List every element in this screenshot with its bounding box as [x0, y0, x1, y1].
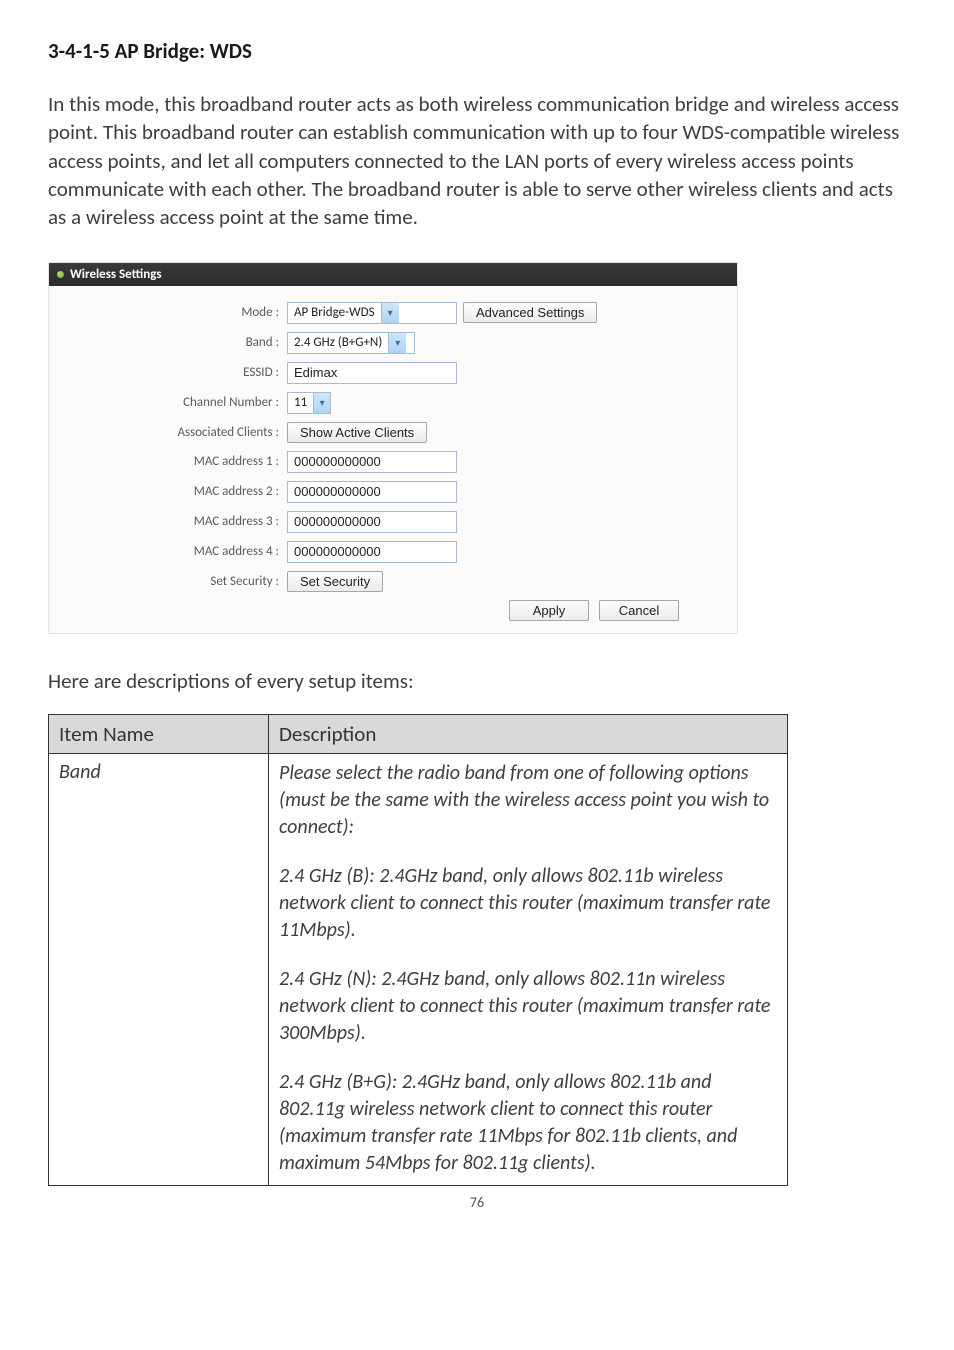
mode-select[interactable]: AP Bridge-WDS ▾: [287, 302, 457, 324]
apply-button[interactable]: Apply: [509, 600, 589, 621]
mac3-label: MAC address 3 :: [67, 514, 287, 529]
mac1-input[interactable]: [287, 451, 457, 473]
channel-number-value: 11: [288, 395, 313, 410]
mode-select-value: AP Bridge-WDS: [288, 305, 381, 320]
band-desc-p1: Please select the radio band from one of…: [279, 760, 777, 841]
bullet-icon: [57, 271, 64, 278]
mac2-input[interactable]: [287, 481, 457, 503]
descriptions-table: Item Name Description Band Please select…: [48, 714, 788, 1186]
band-desc-p2: 2.4 GHz (B): 2.4GHz band, only allows 80…: [279, 863, 777, 944]
advanced-settings-button[interactable]: Advanced Settings: [463, 302, 597, 323]
channel-number-select[interactable]: 11 ▾: [287, 392, 331, 414]
mac4-input[interactable]: [287, 541, 457, 563]
mac2-label: MAC address 2 :: [67, 484, 287, 499]
band-desc-p3: 2.4 GHz (N): 2.4GHz band, only allows 80…: [279, 966, 777, 1047]
intro-paragraph: In this mode, this broadband router acts…: [48, 90, 906, 232]
band-desc-p4: 2.4 GHz (B+G): 2.4GHz band, only allows …: [279, 1069, 777, 1177]
panel-title: Wireless Settings: [70, 267, 162, 282]
mac3-input[interactable]: [287, 511, 457, 533]
panel-header: Wireless Settings: [49, 263, 737, 286]
band-description: Please select the radio band from one of…: [269, 753, 788, 1185]
table-header-row: Item Name Description: [49, 714, 788, 753]
chevron-down-icon: ▾: [381, 303, 399, 323]
essid-input[interactable]: [287, 362, 457, 384]
th-item-name: Item Name: [49, 714, 269, 753]
descriptions-intro: Here are descriptions of every setup ite…: [48, 668, 906, 694]
set-security-button[interactable]: Set Security: [287, 571, 383, 592]
channel-number-label: Channel Number :: [67, 395, 287, 410]
mac4-label: MAC address 4 :: [67, 544, 287, 559]
associated-clients-label: Associated Clients :: [67, 425, 287, 440]
cancel-button[interactable]: Cancel: [599, 600, 679, 621]
chevron-down-icon: ▾: [313, 393, 330, 413]
band-item-name: Band: [49, 753, 269, 1185]
wireless-settings-panel: Wireless Settings Mode : AP Bridge-WDS ▾…: [48, 262, 738, 634]
mode-label: Mode :: [67, 305, 287, 320]
essid-label: ESSID :: [67, 365, 287, 380]
page-number: 76: [48, 1194, 906, 1211]
section-heading: 3-4-1-5 AP Bridge: WDS: [48, 38, 906, 64]
th-description: Description: [269, 714, 788, 753]
chevron-down-icon: ▾: [388, 333, 406, 353]
panel-body: Mode : AP Bridge-WDS ▾ Advanced Settings…: [49, 286, 737, 633]
set-security-label: Set Security :: [67, 574, 287, 589]
band-label: Band :: [67, 335, 287, 350]
table-row: Band Please select the radio band from o…: [49, 753, 788, 1185]
band-select-value: 2.4 GHz (B+G+N): [288, 335, 388, 350]
band-select[interactable]: 2.4 GHz (B+G+N) ▾: [287, 332, 415, 354]
mac1-label: MAC address 1 :: [67, 454, 287, 469]
show-active-clients-button[interactable]: Show Active Clients: [287, 422, 427, 443]
